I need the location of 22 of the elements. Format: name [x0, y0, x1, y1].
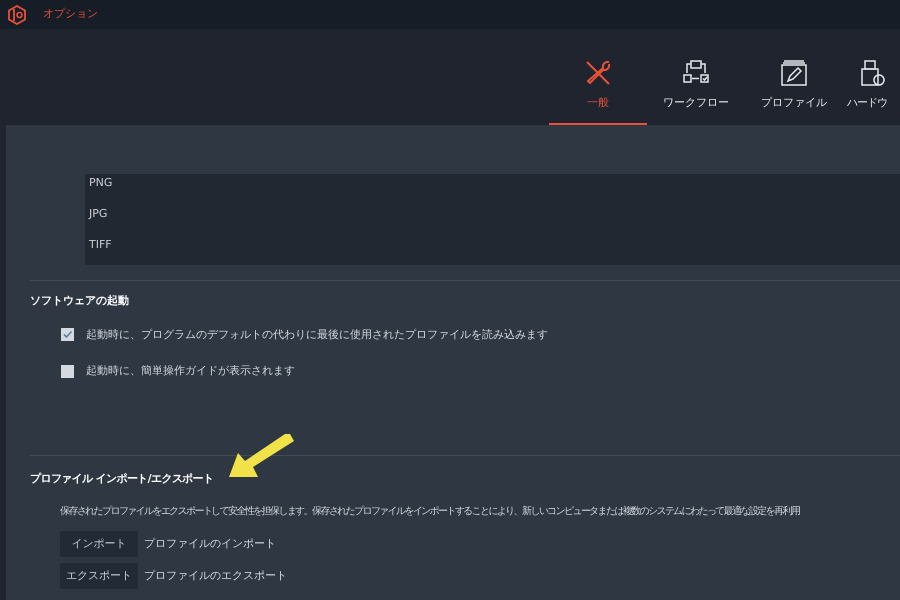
tab[interactable]: プロファイル	[745, 29, 843, 125]
tab[interactable]: ワークフロー	[647, 29, 745, 125]
description-text: 保存されたプロファイルをエクスポートして安全性を担保します。保存されたプロファイルをインポートすることにより、新しいコンピュータまたは複数のシステムにわたって最適な設定を再利用	[60, 504, 800, 519]
tab[interactable]: ハードウ	[843, 29, 900, 125]
section-heading: プロファイル インポート/エクスポート	[30, 470, 214, 486]
format-item[interactable]: JPG	[89, 206, 900, 222]
action-button[interactable]: インポート	[60, 531, 138, 557]
profile-edit-icon	[780, 59, 808, 87]
app-logo-icon	[7, 4, 27, 24]
tools-icon	[584, 59, 612, 87]
format-item[interactable]: PNG	[89, 175, 900, 191]
section-heading: ソフトウェアの起動	[30, 293, 130, 309]
checkbox-label: 起動時に、簡単操作ガイドが表示されます	[86, 363, 295, 379]
window-title: オプション	[43, 6, 98, 22]
checkbox-label: 起動時に、プログラムのデフォルトの代わりに最後に使用されたプロファイルを読み込みます	[86, 326, 548, 342]
action-label: プロファイルのインポート	[144, 536, 276, 552]
checkbox[interactable]	[61, 328, 74, 342]
format-item[interactable]: TIFF	[89, 237, 900, 253]
action-button[interactable]: エクスポート	[60, 563, 138, 589]
action-label: プロファイルのエクスポート	[144, 568, 287, 584]
checkbox[interactable]	[61, 364, 74, 378]
tab[interactable]: 一般	[549, 29, 647, 125]
